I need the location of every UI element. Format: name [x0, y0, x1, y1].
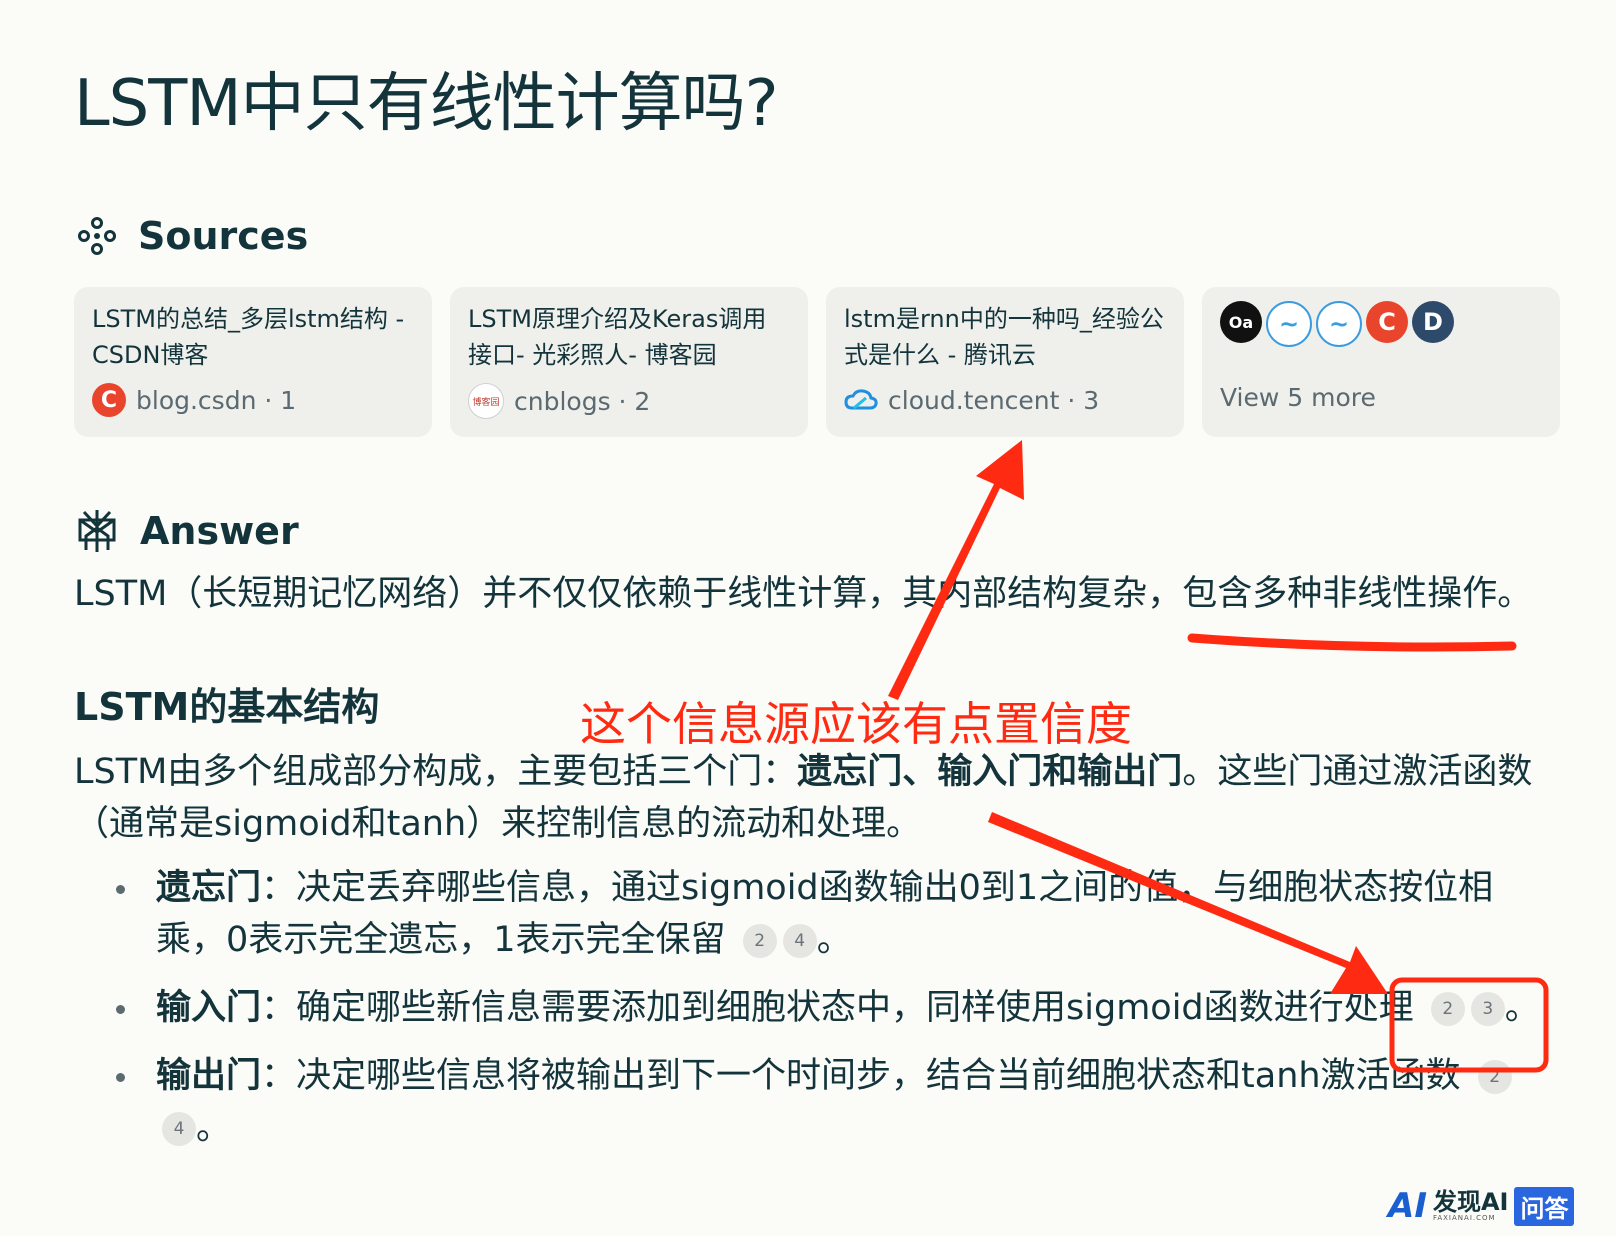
page-title: LSTM中只有线性计算吗?	[74, 67, 779, 141]
structure-pre: LSTM由多个组成部分构成，主要包括三个门：	[74, 752, 798, 792]
gate-list: 遗忘门：决定丢弃哪些信息，通过sigmoid函数输出0到1之间的值，与细胞状态按…	[110, 862, 1550, 1170]
source-card-site: cloud.tencent · 3	[888, 385, 1100, 415]
source-card-site: blog.csdn · 1	[136, 385, 297, 415]
citation-badge[interactable]: 4	[782, 924, 817, 958]
bullet-end: 。	[816, 920, 852, 960]
bullet-text: ：决定哪些信息将被输出到下一个时间步，结合当前细胞状态和tanh激活函数	[261, 1056, 1461, 1096]
sources-heading: Sources	[78, 214, 308, 258]
answer-intro: LSTM（长短期记忆网络）并不仅仅依赖于线性计算，其内部结构复杂，包含多种非线性…	[74, 574, 1533, 614]
citation-badge[interactable]: 4	[162, 1112, 196, 1146]
d-icon: D	[1412, 301, 1454, 343]
more-sources-icons: Oa ~ ~ C D	[1220, 301, 1542, 347]
sources-icon	[78, 217, 116, 255]
sources-heading-label: Sources	[138, 214, 309, 258]
annotation-underline	[1187, 633, 1517, 652]
logo-brand: 发现AI	[1432, 1188, 1509, 1216]
section-title: LSTM的基本结构	[74, 685, 380, 729]
bullet-term: 输入门	[156, 988, 262, 1028]
logo-box: 问答	[1514, 1186, 1575, 1226]
answer-heading: Answer	[76, 508, 299, 554]
source-card-title: LSTM的总结_多层lstm结构 - CSDN博客	[92, 305, 405, 369]
list-item: 输入门：确定哪些新信息需要添加到细胞状态中，同样使用sigmoid函数进行处理 …	[110, 982, 1550, 1034]
citation-badge[interactable]: 2	[742, 924, 777, 958]
csdn-icon: C	[1366, 301, 1408, 343]
source-card-3[interactable]: lstm是rnn中的一种吗_经验公式是什么 - 腾讯云 cloud.tencen…	[826, 287, 1184, 437]
logo-mark: AI	[1388, 1186, 1427, 1226]
tencent-cloud-icon	[844, 383, 878, 417]
citation-badge[interactable]: 2	[1430, 992, 1465, 1026]
answer-heading-label: Answer	[140, 509, 299, 553]
list-item: 输出门：决定哪些信息将被输出到下一个时间步，结合当前细胞状态和tanh激活函数 …	[110, 1050, 1550, 1154]
structure-bold: 遗忘门、输入门和输出门	[797, 752, 1183, 792]
csdn-icon: C	[92, 383, 126, 417]
bullet-end: 。	[196, 1108, 232, 1148]
cnblogs-icon: 博客园	[468, 383, 504, 419]
citation-badge[interactable]: 2	[1477, 1060, 1512, 1094]
bullet-term: 输出门	[156, 1056, 262, 1096]
watermark-logo: AI 发现AI FAXIANAI.COM 问答	[1388, 1186, 1575, 1226]
bullet-end: 。	[1504, 988, 1540, 1028]
annotation-text: 这个信息源应该有点置信度	[580, 697, 1132, 751]
source-cards: LSTM的总结_多层lstm结构 - CSDN博客 C blog.csdn · …	[74, 287, 1560, 437]
bullet-term: 遗忘门	[156, 868, 262, 908]
wave-icon: ~	[1316, 301, 1362, 347]
list-item: 遗忘门：决定丢弃哪些信息，通过sigmoid函数输出0到1之间的值，与细胞状态按…	[110, 862, 1550, 966]
structure-paragraph: LSTM由多个组成部分构成，主要包括三个门：遗忘门、输入门和输出门。这些门通过激…	[74, 746, 1544, 850]
view-more-card[interactable]: Oa ~ ~ C D View 5 more	[1202, 287, 1560, 437]
source-card-site: cnblogs · 2	[514, 386, 651, 416]
oa-icon: Oa	[1220, 301, 1262, 343]
source-card-title: LSTM原理介绍及Keras调用接口- 光彩照人- 博客园	[468, 305, 767, 369]
perplexity-icon	[78, 510, 116, 552]
source-card-1[interactable]: LSTM的总结_多层lstm结构 - CSDN博客 C blog.csdn · …	[74, 287, 432, 437]
bullet-text: ：确定哪些新信息需要添加到细胞状态中，同样使用sigmoid函数进行处理	[261, 988, 1414, 1028]
citation-badge[interactable]: 3	[1470, 992, 1505, 1026]
view-more-label: View 5 more	[1220, 383, 1376, 412]
source-card-title: lstm是rnn中的一种吗_经验公式是什么 - 腾讯云	[844, 305, 1164, 369]
wave-icon: ~	[1266, 301, 1312, 347]
source-card-2[interactable]: LSTM原理介绍及Keras调用接口- 光彩照人- 博客园 博客园 cnblog…	[450, 287, 808, 437]
